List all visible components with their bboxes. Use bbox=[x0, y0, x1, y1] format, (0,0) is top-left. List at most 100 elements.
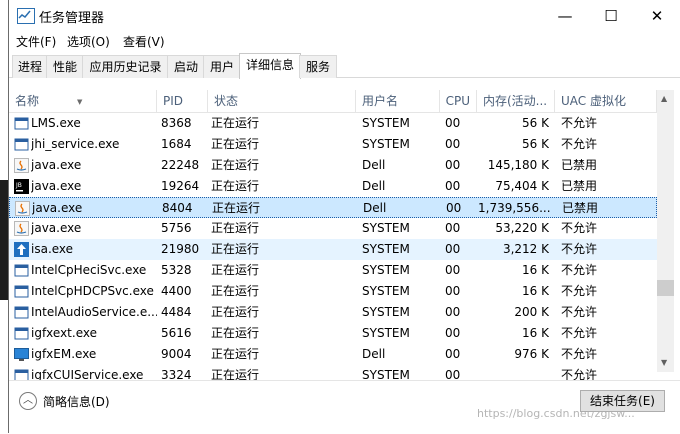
process-pid: 5328 bbox=[161, 263, 192, 277]
process-pid: 4400 bbox=[161, 284, 192, 298]
process-memory: 56 K bbox=[522, 116, 549, 130]
process-status: 正在运行 bbox=[211, 158, 260, 172]
title-bar[interactable]: 任务管理器 — ☐ ✕ bbox=[9, 0, 680, 31]
menu-options[interactable]: 选项(O) bbox=[67, 33, 110, 50]
process-user: SYSTEM bbox=[362, 368, 410, 380]
process-name: LMS.exe bbox=[31, 116, 81, 130]
process-pid: 4484 bbox=[161, 305, 192, 319]
tab-users[interactable]: 用户 bbox=[203, 55, 241, 78]
table-row[interactable]: LMS.exe 8368 正在运行 SYSTEM 00 56 K 不允许 bbox=[9, 113, 657, 134]
process-user: SYSTEM bbox=[362, 116, 410, 130]
process-uac: 不允许 bbox=[561, 137, 598, 151]
process-uac: 不允许 bbox=[561, 326, 598, 340]
window-title: 任务管理器 bbox=[39, 11, 105, 26]
table-row[interactable]: isa.exe 21980 正在运行 SYSTEM 00 3,212 K 不允许 bbox=[9, 239, 657, 260]
table-row[interactable]: java.exe 8404 正在运行 Dell 00 1,739,556... 已禁用 bbox=[9, 197, 657, 218]
process-cpu: 00 bbox=[446, 201, 462, 215]
process-name: java.exe bbox=[31, 158, 82, 172]
java-icon bbox=[15, 201, 30, 216]
scrollbar-thumb[interactable] bbox=[657, 280, 674, 296]
minimize-button[interactable]: — bbox=[542, 0, 588, 31]
fewer-details-link[interactable]: 简略信息(D) bbox=[43, 393, 110, 410]
vertical-scrollbar[interactable]: ▲ ▼ bbox=[657, 90, 674, 372]
tab-processes[interactable]: 进程 bbox=[12, 55, 48, 78]
process-uac: 不允许 bbox=[561, 242, 598, 256]
java-icon bbox=[14, 221, 29, 236]
column-header-cpu[interactable]: CPU bbox=[440, 90, 477, 112]
collapse-chevron-icon[interactable]: ︿ bbox=[19, 392, 37, 410]
process-memory: 976 K bbox=[514, 347, 549, 361]
tab-startup[interactable]: 启动 bbox=[167, 55, 205, 78]
process-user: SYSTEM bbox=[362, 263, 410, 277]
process-user: Dell bbox=[362, 179, 386, 193]
window-icon bbox=[14, 137, 29, 152]
maximize-button[interactable]: ☐ bbox=[588, 0, 634, 31]
tab-services[interactable]: 服务 bbox=[299, 55, 337, 78]
column-header-status[interactable]: 状态 bbox=[208, 90, 356, 112]
column-header-uac[interactable]: UAC 虚拟化 bbox=[555, 90, 657, 112]
process-name: isa.exe bbox=[31, 242, 74, 256]
table-row[interactable]: igfxext.exe 5616 正在运行 SYSTEM 00 16 K 不允许 bbox=[9, 323, 657, 344]
column-header-memory[interactable]: 内存(活动... bbox=[477, 90, 555, 112]
table-row[interactable]: igfxEM.exe 9004 正在运行 Dell 00 976 K 不允许 bbox=[9, 344, 657, 365]
process-name: igfxCUIService.exe bbox=[31, 368, 144, 380]
window-icon bbox=[14, 326, 29, 341]
tab-performance[interactable]: 性能 bbox=[46, 55, 84, 78]
close-button[interactable]: ✕ bbox=[634, 0, 680, 31]
process-cpu: 00 bbox=[445, 347, 461, 361]
process-uac: 不允许 bbox=[561, 347, 598, 361]
jetbrains-icon: JB bbox=[14, 179, 29, 194]
task-manager-icon bbox=[17, 8, 35, 24]
process-memory: 200 K bbox=[514, 305, 549, 319]
column-header-label: 内存(活动... bbox=[483, 94, 548, 108]
process-user: Dell bbox=[362, 347, 386, 361]
process-memory: 56 K bbox=[522, 137, 549, 151]
column-header-pid[interactable]: PID bbox=[157, 90, 208, 112]
process-user: SYSTEM bbox=[362, 305, 410, 319]
close-icon: ✕ bbox=[650, 6, 664, 25]
process-cpu: 00 bbox=[445, 221, 461, 235]
process-cpu: 00 bbox=[445, 137, 461, 151]
table-row[interactable]: java.exe 22248 正在运行 Dell 00 145,180 K 已禁用 bbox=[9, 155, 657, 176]
table-row[interactable]: JB java.exe 19264 正在运行 Dell 00 75,404 K 已禁用 bbox=[9, 176, 657, 197]
table-row[interactable]: java.exe 5756 正在运行 SYSTEM 00 53,220 K 不允许 bbox=[9, 218, 657, 239]
process-status: 正在运行 bbox=[211, 116, 260, 130]
scroll-up-icon[interactable]: ▲ bbox=[661, 94, 667, 103]
tab-app-history[interactable]: 应用历史记录 bbox=[82, 55, 169, 78]
column-header-label: 名称 bbox=[15, 94, 40, 108]
process-name: java.exe bbox=[32, 201, 83, 215]
process-pid: 5616 bbox=[161, 326, 192, 340]
process-status: 正在运行 bbox=[211, 347, 260, 361]
table-row[interactable]: igfxCUIService.exe 3324 正在运行 SYSTEM 00 不允许 bbox=[9, 365, 657, 380]
column-header-name[interactable]: 名称 bbox=[9, 90, 157, 112]
process-cpu: 00 bbox=[445, 305, 461, 319]
end-task-button[interactable]: 结束任务(E) bbox=[580, 390, 665, 412]
window-icon bbox=[14, 368, 29, 380]
process-name: java.exe bbox=[31, 221, 82, 235]
table-row[interactable]: IntelCpHeciSvc.exe 5328 正在运行 SYSTEM 00 16 K 不允… bbox=[9, 260, 657, 281]
process-cpu: 00 bbox=[445, 368, 461, 380]
menu-file[interactable]: 文件(F) bbox=[16, 33, 56, 50]
tab-details[interactable]: 详细信息 bbox=[239, 53, 301, 79]
scroll-down-icon[interactable]: ▼ bbox=[661, 358, 667, 367]
process-user: SYSTEM bbox=[362, 137, 410, 151]
column-header-username[interactable]: 用户名 bbox=[356, 90, 440, 112]
table-row[interactable]: IntelAudioService.e... 4484 正在运行 SYSTEM 00 20… bbox=[9, 302, 657, 323]
process-uac: 已禁用 bbox=[561, 179, 598, 193]
process-pid: 3324 bbox=[161, 368, 192, 380]
process-status: 正在运行 bbox=[212, 201, 261, 215]
process-pid: 19264 bbox=[161, 179, 200, 193]
arrow-up-icon bbox=[14, 242, 29, 257]
sort-down-icon: ▼ bbox=[77, 98, 83, 106]
process-pid: 8404 bbox=[162, 201, 193, 215]
process-status: 正在运行 bbox=[211, 137, 260, 151]
process-user: SYSTEM bbox=[362, 284, 410, 298]
menu-view[interactable]: 查看(V) bbox=[123, 33, 165, 50]
process-name: igfxext.exe bbox=[31, 326, 97, 340]
table-row[interactable]: IntelCpHDCPSvc.exe 4400 正在运行 SYSTEM 00 16 K 不允… bbox=[9, 281, 657, 302]
table-row[interactable]: jhi_service.exe 1684 正在运行 SYSTEM 00 56 K 不允许 bbox=[9, 134, 657, 155]
process-name: jhi_service.exe bbox=[31, 137, 120, 151]
column-header-label: 用户名 bbox=[362, 94, 399, 108]
process-user: Dell bbox=[362, 158, 386, 172]
process-status: 正在运行 bbox=[211, 326, 260, 340]
